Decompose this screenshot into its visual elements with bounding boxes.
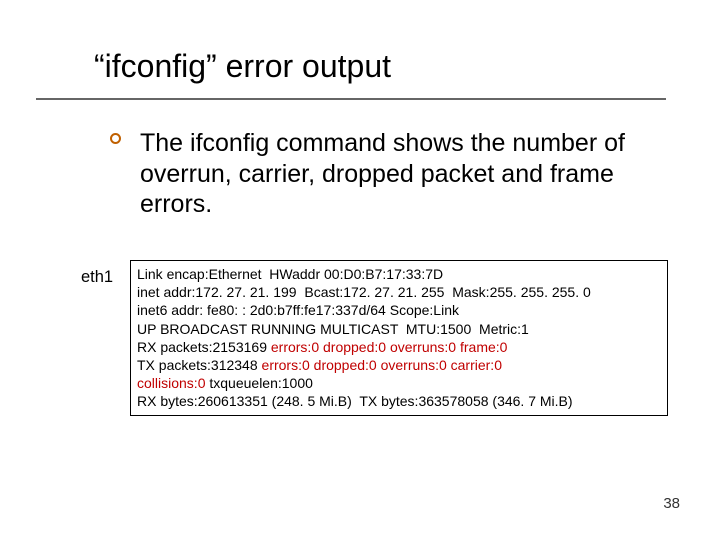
output-line-4: UP BROADCAST RUNNING MULTICAST MTU:1500 … [137, 320, 661, 338]
bullet-text: The ifconfig command shows the number of… [140, 128, 660, 220]
output-line-3: inet6 addr: fe80: : 2d0:b7ff:fe17:337d/6… [137, 301, 661, 319]
page-number: 38 [663, 495, 680, 512]
output-line-6: TX packets:312348 errors:0 dropped:0 ove… [137, 356, 661, 374]
interface-label: eth1 [81, 268, 113, 287]
slide-title: “ifconfig” error output [94, 48, 391, 85]
output-line-5: RX packets:2153169 errors:0 dropped:0 ov… [137, 338, 661, 356]
bullet-icon [110, 133, 121, 144]
title-underline [36, 98, 666, 100]
output-line-2: inet addr:172. 27. 21. 199 Bcast:172. 27… [137, 283, 661, 301]
slide: “ifconfig” error output The ifconfig com… [0, 0, 720, 540]
output-line-8: RX bytes:260613351 (248. 5 Mi.B) TX byte… [137, 392, 661, 410]
output-line-7: collisions:0 txqueuelen:1000 [137, 374, 661, 392]
collisions: collisions:0 [137, 375, 205, 391]
tx-errors: errors:0 dropped:0 overruns:0 carrier:0 [262, 357, 502, 373]
output-line-1: Link encap:Ethernet HWaddr 00:D0:B7:17:3… [137, 265, 661, 283]
rx-errors: errors:0 dropped:0 overruns:0 frame:0 [271, 339, 508, 355]
ifconfig-output-box: Link encap:Ethernet HWaddr 00:D0:B7:17:3… [130, 260, 668, 416]
